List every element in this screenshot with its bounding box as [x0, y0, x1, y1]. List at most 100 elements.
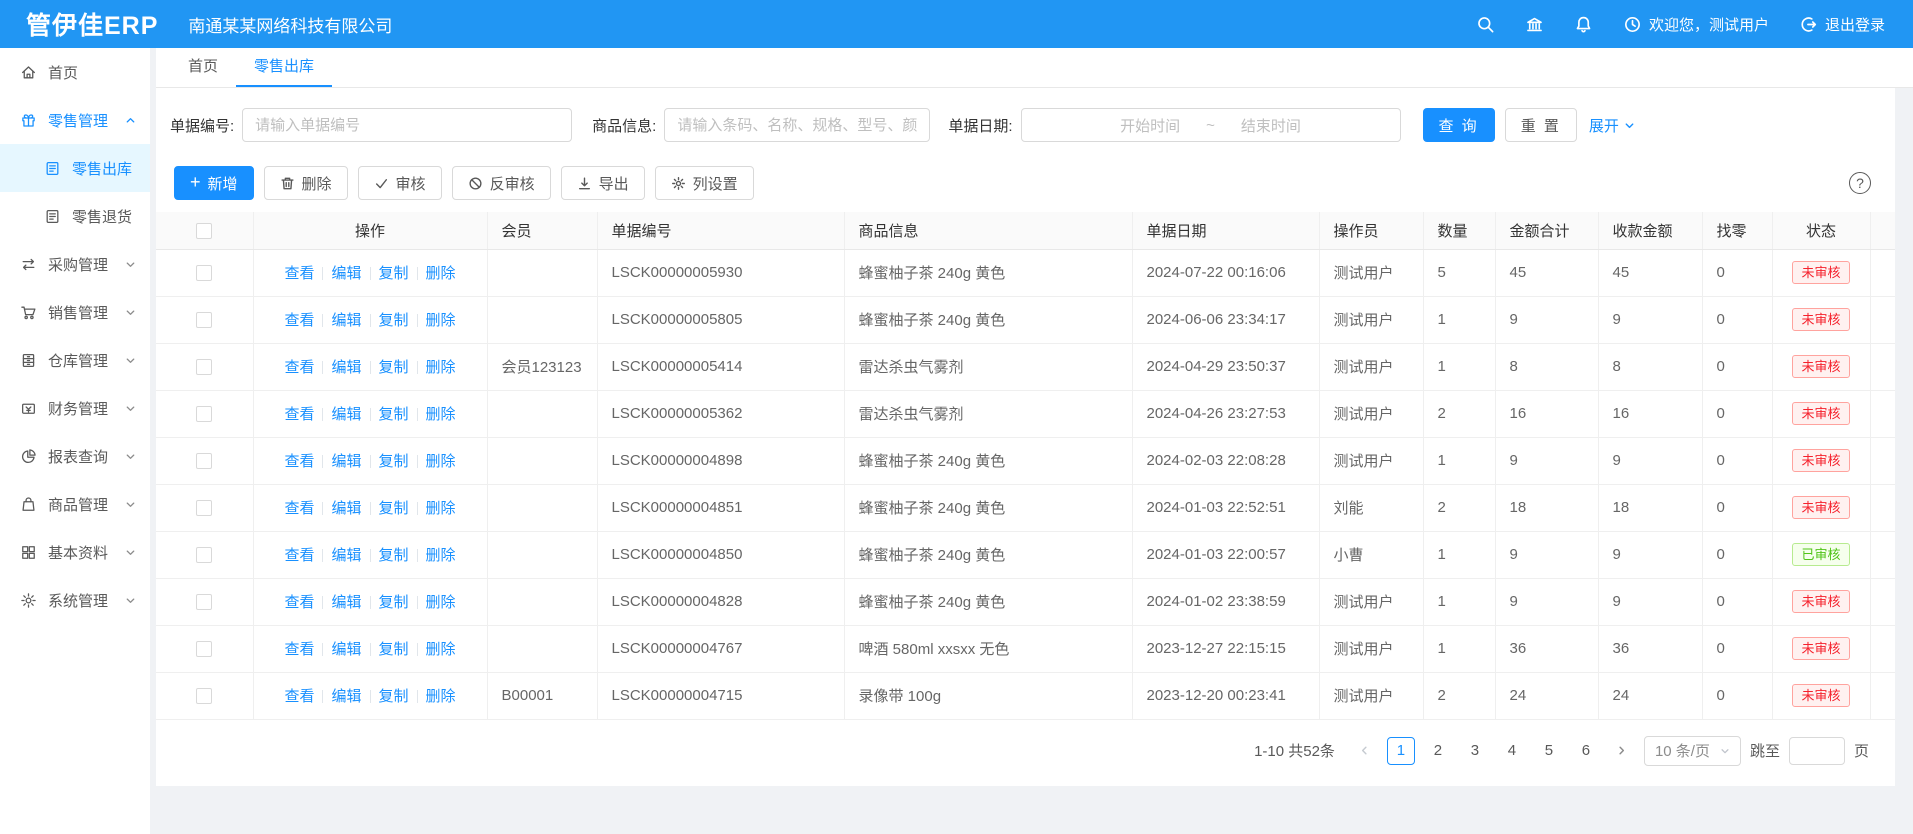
- row-checkbox[interactable]: [196, 265, 212, 281]
- view-link[interactable]: 查看: [284, 359, 314, 376]
- edit-link[interactable]: 编辑: [331, 406, 361, 423]
- delete-link[interactable]: 删除: [426, 312, 456, 329]
- delete-link[interactable]: 删除: [426, 641, 456, 658]
- copy-link[interactable]: 复制: [379, 453, 409, 470]
- date-end-placeholder[interactable]: 结束时间: [1241, 115, 1301, 136]
- bank-icon[interactable]: [1525, 15, 1544, 34]
- edit-link[interactable]: 编辑: [331, 594, 361, 611]
- page-number-1[interactable]: 1: [1387, 737, 1415, 765]
- edit-link[interactable]: 编辑: [331, 359, 361, 376]
- page-number-4[interactable]: 4: [1498, 737, 1526, 765]
- sidebar-item-sales-mgmt[interactable]: 销售管理: [0, 288, 150, 336]
- sidebar-item-system-mgmt[interactable]: 系统管理: [0, 576, 150, 624]
- delete-link[interactable]: 删除: [426, 265, 456, 282]
- sidebar-item-finance-mgmt[interactable]: 财务管理: [0, 384, 150, 432]
- delete-link[interactable]: 删除: [426, 406, 456, 423]
- view-link[interactable]: 查看: [284, 312, 314, 329]
- page-number-2[interactable]: 2: [1424, 737, 1452, 765]
- row-checkbox[interactable]: [196, 641, 212, 657]
- delete-link[interactable]: 删除: [426, 688, 456, 705]
- search-icon[interactable]: [1476, 15, 1495, 34]
- page-number-6[interactable]: 6: [1572, 737, 1600, 765]
- user-greeting[interactable]: 欢迎您，测试用户: [1623, 14, 1769, 35]
- logout-button[interactable]: 退出登录: [1799, 14, 1885, 35]
- view-link[interactable]: 查看: [284, 453, 314, 470]
- sidebar-item-goods-mgmt[interactable]: 商品管理: [0, 480, 150, 528]
- product-info-input[interactable]: [664, 108, 930, 142]
- change-cell: 0: [1702, 672, 1772, 719]
- copy-link[interactable]: 复制: [379, 594, 409, 611]
- sidebar-item-retail-outbound[interactable]: 零售出库: [0, 144, 150, 192]
- edit-link[interactable]: 编辑: [331, 641, 361, 658]
- view-link[interactable]: 查看: [284, 500, 314, 517]
- copy-link[interactable]: 复制: [379, 312, 409, 329]
- row-checkbox[interactable]: [196, 359, 212, 375]
- view-link[interactable]: 查看: [284, 594, 314, 611]
- edit-link[interactable]: 编辑: [331, 500, 361, 517]
- sidebar-item-home[interactable]: 首页: [0, 48, 150, 96]
- sidebar-item-warehouse-mgmt[interactable]: 仓库管理: [0, 336, 150, 384]
- view-link[interactable]: 查看: [284, 547, 314, 564]
- select-all-checkbox[interactable]: [196, 223, 212, 239]
- view-link[interactable]: 查看: [284, 688, 314, 705]
- sidebar-item-purchase-mgmt[interactable]: 采购管理: [0, 240, 150, 288]
- export-button[interactable]: 导出: [561, 166, 645, 200]
- copy-link[interactable]: 复制: [379, 688, 409, 705]
- product-info-label: 商品信息:: [592, 115, 656, 136]
- row-checkbox[interactable]: [196, 406, 212, 422]
- view-link[interactable]: 查看: [284, 406, 314, 423]
- page-number-5[interactable]: 5: [1535, 737, 1563, 765]
- sidebar-item-report-query[interactable]: 报表查询: [0, 432, 150, 480]
- audit-button[interactable]: 审核: [358, 166, 442, 200]
- expand-link[interactable]: 展开: [1589, 115, 1635, 136]
- row-checkbox[interactable]: [196, 312, 212, 328]
- copy-link[interactable]: 复制: [379, 500, 409, 517]
- bill-no-input[interactable]: [242, 108, 572, 142]
- copy-link[interactable]: 复制: [379, 641, 409, 658]
- column-settings-button[interactable]: 列设置: [655, 166, 754, 200]
- edit-link[interactable]: 编辑: [331, 547, 361, 564]
- edit-link[interactable]: 编辑: [331, 312, 361, 329]
- prev-page-icon[interactable]: [1352, 737, 1378, 765]
- row-checkbox[interactable]: [196, 594, 212, 610]
- row-checkbox[interactable]: [196, 688, 212, 704]
- delete-link[interactable]: 删除: [426, 359, 456, 376]
- date-range-picker[interactable]: 开始时间 ~ 结束时间: [1021, 108, 1401, 142]
- copy-link[interactable]: 复制: [379, 265, 409, 282]
- copy-link[interactable]: 复制: [379, 359, 409, 376]
- row-checkbox[interactable]: [196, 453, 212, 469]
- row-checkbox[interactable]: [196, 500, 212, 516]
- edit-link[interactable]: 编辑: [331, 453, 361, 470]
- unaudit-button[interactable]: 反审核: [452, 166, 551, 200]
- add-button[interactable]: + 新增: [174, 166, 254, 200]
- status-badge: 已审核: [1792, 543, 1849, 566]
- next-page-icon[interactable]: [1609, 737, 1635, 765]
- edit-link[interactable]: 编辑: [331, 688, 361, 705]
- change-cell: 0: [1702, 625, 1772, 672]
- sales-icon: [20, 304, 37, 321]
- copy-link[interactable]: 复制: [379, 547, 409, 564]
- sidebar-item-retail-mgmt[interactable]: 零售管理: [0, 96, 150, 144]
- delete-link[interactable]: 删除: [426, 453, 456, 470]
- page-number-3[interactable]: 3: [1461, 737, 1489, 765]
- delete-link[interactable]: 删除: [426, 547, 456, 564]
- jump-page-input[interactable]: [1789, 737, 1845, 765]
- view-link[interactable]: 查看: [284, 641, 314, 658]
- tab-retail-outbound[interactable]: 零售出库: [236, 48, 332, 87]
- delete-link[interactable]: 删除: [426, 594, 456, 611]
- view-link[interactable]: 查看: [284, 265, 314, 282]
- row-checkbox[interactable]: [196, 547, 212, 563]
- bell-icon[interactable]: [1574, 15, 1593, 34]
- reset-button[interactable]: 重 置: [1505, 108, 1577, 142]
- copy-link[interactable]: 复制: [379, 406, 409, 423]
- date-start-placeholder[interactable]: 开始时间: [1120, 115, 1180, 136]
- page-size-select[interactable]: 10 条/页: [1644, 736, 1741, 766]
- sidebar-item-basic-data[interactable]: 基本资料: [0, 528, 150, 576]
- search-button[interactable]: 查 询: [1423, 108, 1495, 142]
- delete-link[interactable]: 删除: [426, 500, 456, 517]
- tab-home[interactable]: 首页: [170, 48, 236, 87]
- delete-button[interactable]: 删除: [264, 166, 348, 200]
- sidebar-item-retail-return[interactable]: 零售退货: [0, 192, 150, 240]
- edit-link[interactable]: 编辑: [331, 265, 361, 282]
- help-icon[interactable]: ?: [1849, 172, 1871, 194]
